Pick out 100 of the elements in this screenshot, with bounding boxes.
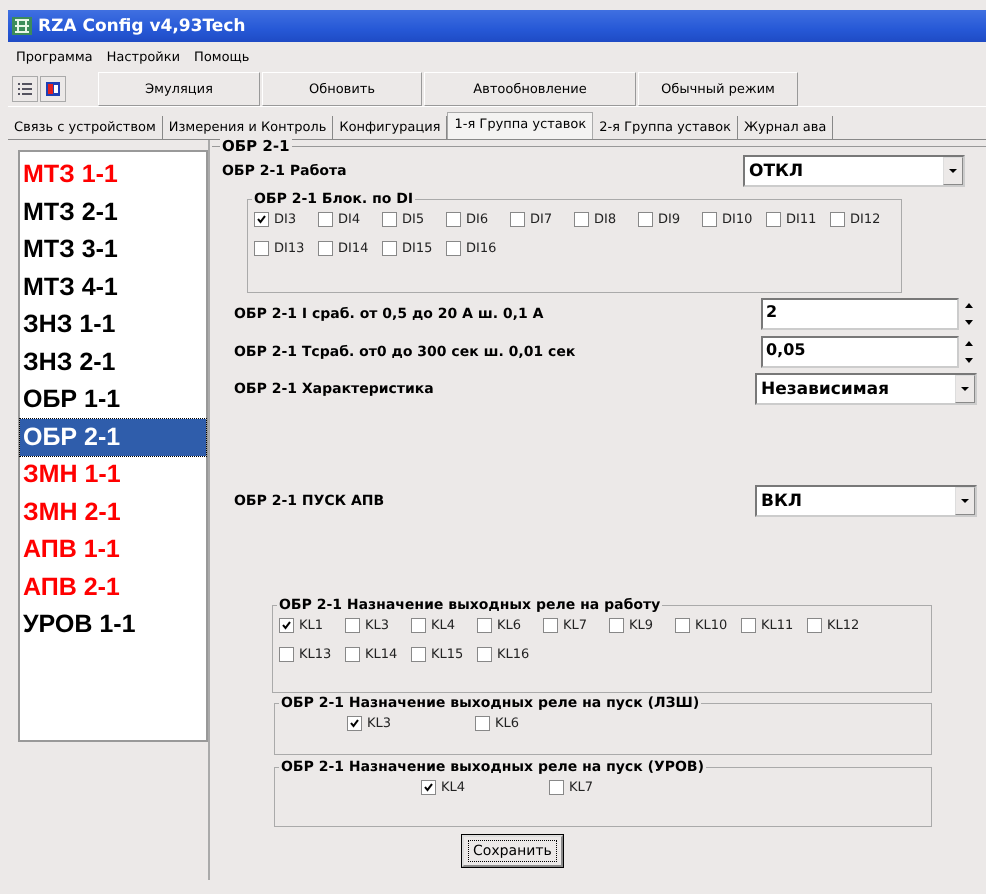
checkbox-label: KL6 (495, 716, 520, 731)
checkbox-label: KL12 (827, 618, 860, 633)
list-item[interactable]: МТЗ 2-1 (20, 194, 206, 231)
tab[interactable]: 1-я Группа уставок (447, 112, 594, 139)
checkbox[interactable] (830, 212, 845, 227)
checkbox[interactable] (318, 241, 333, 256)
toolbar-button[interactable]: Обновить (262, 72, 422, 106)
checkbox-label: DI10 (722, 212, 752, 227)
menu-item[interactable]: Настройки (106, 50, 180, 64)
checkbox[interactable] (279, 618, 294, 633)
checkbox-label: DI14 (338, 241, 368, 256)
menu-item[interactable]: Помощь (194, 50, 250, 64)
list-item[interactable]: ЗНЗ 1-1 (20, 306, 206, 344)
checkbox-label: KL14 (365, 647, 398, 662)
list-item[interactable]: ЗНЗ 2-1 (20, 344, 206, 381)
checkbox[interactable] (475, 716, 490, 731)
checkbox[interactable] (254, 212, 269, 227)
checkbox[interactable] (446, 241, 461, 256)
checkbox-label: DI7 (530, 212, 552, 227)
toolbar-button[interactable]: Автообновление (424, 72, 636, 106)
tab[interactable]: Связь с устройством (8, 116, 163, 139)
list-item[interactable]: ОБР 2-1 (20, 418, 206, 456)
checkbox[interactable] (345, 647, 360, 662)
list-item[interactable]: ОБР 1-1 (20, 381, 206, 418)
checkbox[interactable] (702, 212, 717, 227)
group-title: ОБР 2-1 Назначение выходных реле на пуск (ЛЗШ) (279, 694, 702, 712)
list-item[interactable]: АПВ 1-1 (20, 531, 206, 568)
app-icon (12, 17, 32, 35)
checkbox-label: KL16 (497, 647, 530, 662)
toolbar-button[interactable]: Обычный режим (638, 72, 798, 106)
checkbox[interactable] (411, 647, 426, 662)
list-item[interactable]: МТЗ 4-1 (20, 268, 206, 306)
setting-label: ОБР 2-1 I сраб. от 0,5 до 20 А ш. 0,1 А (234, 306, 544, 322)
checkbox[interactable] (609, 618, 624, 633)
checkbox[interactable] (411, 618, 426, 633)
checkbox[interactable] (510, 212, 525, 227)
plug-icon[interactable] (40, 76, 66, 102)
list-item[interactable]: МТЗ 3-1 (20, 231, 206, 268)
checkbox-label: KL11 (761, 618, 794, 633)
checkbox[interactable] (382, 241, 397, 256)
menu-item[interactable]: Программа (16, 50, 93, 64)
checkbox-label: KL9 (629, 618, 654, 633)
list-item[interactable]: МТЗ 1-1 (20, 156, 206, 194)
list-item[interactable]: ЗМН 1-1 (20, 456, 206, 494)
tab[interactable]: 2-я Группа уставок (593, 116, 738, 139)
checkbox-label: DI13 (274, 241, 304, 256)
list-item[interactable]: АПВ 2-1 (20, 568, 206, 606)
checkbox[interactable] (766, 212, 781, 227)
setting-label: ОБР 2-1 Характеристика (234, 381, 434, 397)
checkbox[interactable] (741, 618, 756, 633)
checkbox[interactable] (382, 212, 397, 227)
checkbox[interactable] (549, 780, 564, 795)
checkbox-label: KL3 (365, 618, 390, 633)
list-icon[interactable] (12, 76, 38, 102)
checkbox-label: KL1 (299, 618, 324, 633)
checkbox[interactable] (477, 618, 492, 633)
checkbox-label: DI3 (274, 212, 296, 227)
dropdown[interactable]: ОТКЛ (743, 155, 965, 187)
tab[interactable]: Журнал ава (738, 116, 834, 139)
checkbox[interactable] (574, 212, 589, 227)
checkbox-label: DI4 (338, 212, 360, 227)
checkbox-label: KL7 (563, 618, 588, 633)
checkbox[interactable] (477, 647, 492, 662)
checkbox[interactable] (254, 241, 269, 256)
checkbox-label: KL10 (695, 618, 728, 633)
group-title: ОБР 2-1 Назначение выходных реле на пуск (УРОВ) (279, 758, 706, 776)
number-field[interactable]: 2 (761, 298, 959, 330)
checkbox-label: DI16 (466, 241, 496, 256)
number-field[interactable]: 0,05 (761, 336, 959, 368)
dropdown[interactable]: Независимая (755, 373, 977, 405)
list-item[interactable]: ЗМН 2-1 (20, 494, 206, 531)
checkbox[interactable] (279, 647, 294, 662)
checkbox-label: DI9 (658, 212, 680, 227)
checkbox-label: KL6 (497, 618, 522, 633)
checkbox[interactable] (675, 618, 690, 633)
checkbox-label: KL15 (431, 647, 464, 662)
checkbox[interactable] (347, 716, 362, 731)
checkbox[interactable] (638, 212, 653, 227)
checkbox-label: DI8 (594, 212, 616, 227)
checkbox[interactable] (807, 618, 822, 633)
list-item[interactable]: УРОВ 1-1 (20, 606, 206, 644)
save-button[interactable]: Сохранить (462, 835, 563, 867)
toolbar-button[interactable]: Эмуляция (98, 72, 260, 106)
checkbox-label: DI12 (850, 212, 880, 227)
checkbox-label: KL4 (441, 780, 466, 795)
checkbox-label: DI6 (466, 212, 488, 227)
checkbox[interactable] (421, 780, 436, 795)
checkbox-label: DI11 (786, 212, 816, 227)
checkbox[interactable] (345, 618, 360, 633)
checkbox-label: DI15 (402, 241, 432, 256)
checkbox[interactable] (543, 618, 558, 633)
checkbox-label: KL4 (431, 618, 456, 633)
dropdown[interactable]: ВКЛ (755, 485, 977, 517)
group-title: ОБР 2-1 Назначение выходных реле на работу (277, 596, 662, 614)
checkbox[interactable] (446, 212, 461, 227)
checkbox[interactable] (318, 212, 333, 227)
checkbox-label: KL13 (299, 647, 332, 662)
checkbox-label: KL7 (569, 780, 594, 795)
setting-label: ОБР 2-1 Tсраб. от0 до 300 сек ш. 0,01 сек (234, 344, 576, 360)
window-title: RZA Config v4,93Tech (38, 16, 246, 36)
